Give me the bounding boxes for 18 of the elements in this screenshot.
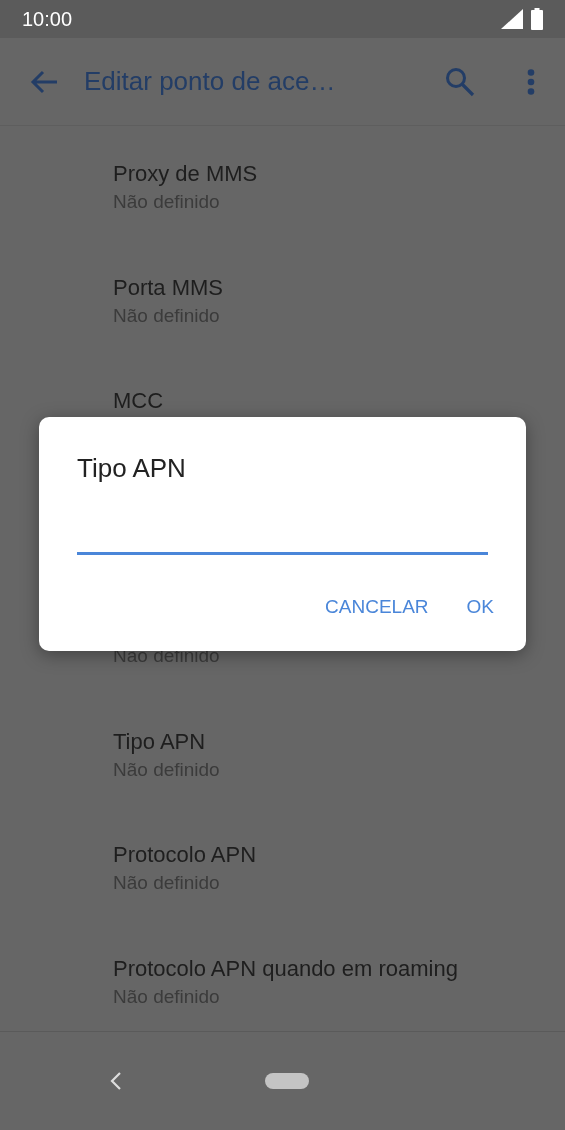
setting-title[interactable]: Proxy de MMS [113,159,565,189]
dialog-title: Tipo APN [77,452,187,485]
setting-title[interactable]: Porta MMS [113,272,565,303]
back-icon[interactable] [110,1072,121,1090]
home-button[interactable] [265,1073,309,1089]
clock-time: 10:00 [22,7,73,32]
more-options-icon[interactable] [527,68,535,95]
setting-title[interactable]: MCC [113,386,565,416]
setting-title[interactable]: Tipo APN [113,726,565,757]
dialog-button[interactable]: CANCELAR [309,585,445,630]
dialog-button[interactable]: OK [450,585,510,630]
setting-title[interactable]: Protocolo APN [113,840,565,870]
search-icon[interactable] [445,66,475,97]
screen-title: Editar ponto de ace… [84,65,336,98]
setting-title[interactable]: Protocolo APN quando em roaming [113,953,565,984]
signal-icon [501,9,523,29]
battery-icon [531,8,543,30]
back-arrow-icon[interactable] [30,69,58,94]
